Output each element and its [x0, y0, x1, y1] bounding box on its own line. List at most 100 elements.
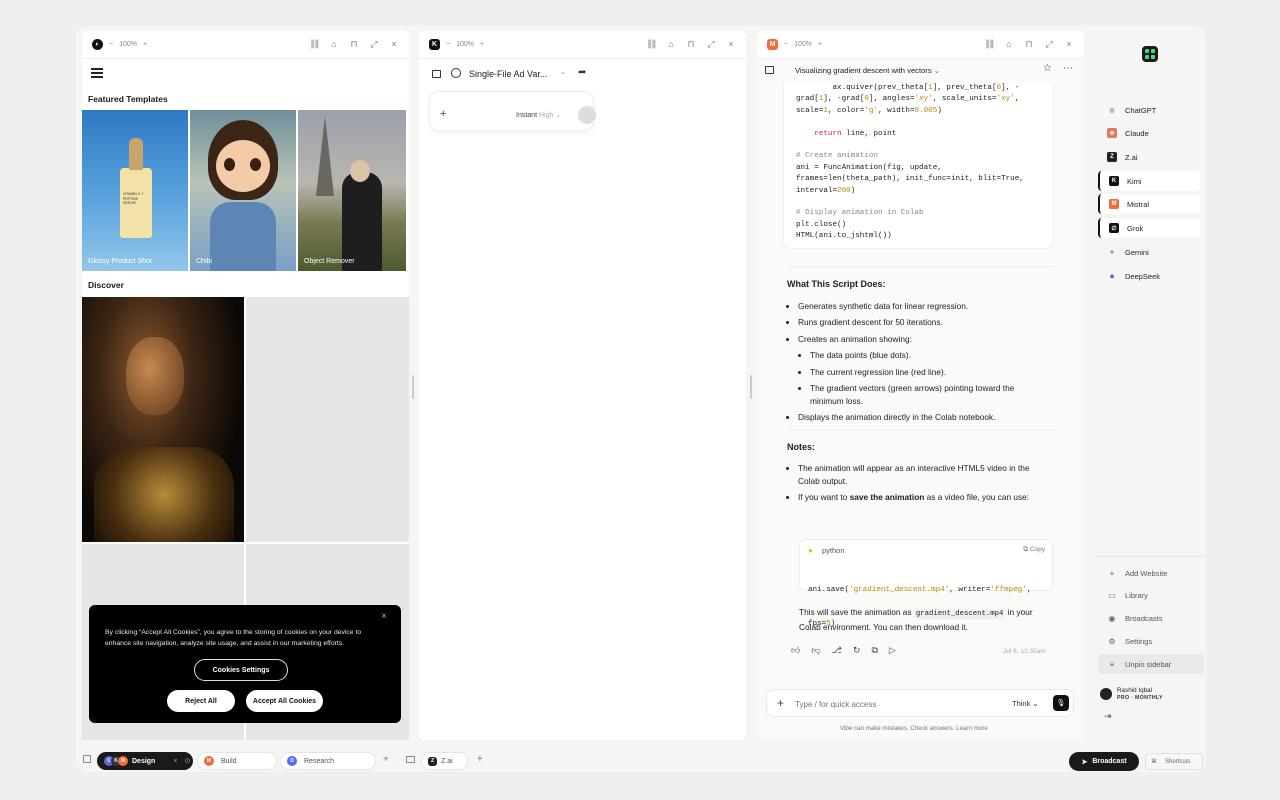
kimi-icon: K: [1109, 176, 1119, 186]
broadcast-button[interactable]: ➤ Broadcast: [1069, 752, 1139, 771]
discover-image-portrait[interactable]: [82, 297, 244, 542]
sidebar-item-z-ai[interactable]: Z Z.ai: [1098, 147, 1200, 167]
add-website-button[interactable]: + Add Website: [1098, 563, 1204, 583]
app-logo-icon[interactable]: [1142, 46, 1158, 62]
library-button[interactable]: ▭ Library: [1098, 585, 1204, 605]
layout-icon[interactable]: [83, 755, 91, 763]
zoom-in-icon[interactable]: +: [143, 41, 147, 48]
copy-icon[interactable]: ⧉: [871, 645, 877, 656]
branch-icon[interactable]: ⎇: [832, 645, 842, 656]
unpin-sidebar-button[interactable]: ≡ Unpin sidebar: [1098, 654, 1204, 674]
shortcuts-button[interactable]: ⌘ Shortcuts: [1145, 753, 1203, 770]
add-workspace-icon[interactable]: +: [383, 754, 389, 765]
close-icon[interactable]: ×: [389, 39, 399, 50]
sidebar-item-claude[interactable]: ✳ Claude: [1098, 123, 1200, 143]
share-icon[interactable]: ➦: [578, 67, 586, 78]
share-icon[interactable]: ⋯: [1063, 63, 1073, 74]
eiffel-tower: [316, 116, 334, 196]
sidebar-item-label: Grok: [1127, 223, 1144, 233]
monitor-icon[interactable]: [406, 756, 415, 763]
pane-resize-handle[interactable]: [750, 375, 752, 399]
accept-all-cookies-button[interactable]: Accept All Cookies: [246, 690, 323, 712]
logout-icon[interactable]: ⇥: [1104, 711, 1112, 722]
add-icon[interactable]: +: [777, 696, 784, 710]
workspace-tab-research[interactable]: D Research: [280, 752, 376, 770]
workspace-tab-build[interactable]: M Build: [197, 752, 277, 770]
expand-icon[interactable]: ⤢: [369, 39, 379, 50]
bookmark-icon[interactable]: ⊓: [1024, 39, 1034, 50]
thumbs-down-icon[interactable]: 👎︎: [811, 645, 820, 656]
mic-button[interactable]: 🎙︎: [1053, 695, 1069, 711]
user-avatar[interactable]: [1100, 688, 1112, 700]
pane-resize-handle[interactable]: [412, 375, 414, 399]
lock-icon[interactable]: ⊙: [184, 757, 190, 765]
home-icon[interactable]: ⌂: [666, 39, 676, 50]
play-icon[interactable]: ▷: [889, 645, 896, 656]
code-snippet: ● python ⧉ Copy ani.save('gradient_desce…: [799, 539, 1053, 628]
close-icon[interactable]: ×: [1064, 39, 1074, 50]
settings-button[interactable]: ⚙ Settings: [1098, 631, 1204, 651]
cookie-text: By clicking “Accept All Cookies”, you ag…: [105, 629, 362, 647]
copy-button[interactable]: ⧉ Copy: [1023, 546, 1045, 554]
code-line: ani = FuncAnimation(fig, update,: [796, 163, 942, 172]
cookies-settings-button[interactable]: Cookies Settings: [194, 659, 288, 681]
chat-input[interactable]: [795, 696, 975, 712]
hamburger-menu-icon[interactable]: [91, 68, 103, 78]
template-card-object-remover[interactable]: Object Remover: [298, 110, 406, 271]
template-label: Glossy Product Shot: [88, 258, 152, 265]
chevron-down-icon[interactable]: ⌄: [560, 68, 566, 76]
code-line: scale=1, color='g', width=0.005): [796, 106, 942, 115]
disclaimer: Vibe can make mistakes. Check answers. L…: [840, 725, 988, 732]
sidebar-toggle-icon[interactable]: [432, 70, 441, 78]
person-head: [350, 160, 370, 182]
close-icon[interactable]: ×: [381, 611, 387, 622]
user-name: Rashid Iqbal: [1117, 687, 1153, 694]
zoom-out-icon[interactable]: −: [446, 41, 450, 48]
bottle-cap: [129, 138, 143, 170]
template-label: Object Remover: [304, 258, 355, 265]
regenerate-icon[interactable]: ↻: [853, 645, 861, 656]
pane-toolbar: ◐ −100% + ⛓ ⌂ ⊓ ⤢ ×: [82, 31, 409, 59]
code-content: ax.quiver(prev_theta[1], prev_theta[0], …: [796, 83, 1024, 243]
zoom-out-icon[interactable]: −: [109, 41, 113, 48]
zoom-in-icon[interactable]: +: [818, 41, 822, 48]
mode-selector[interactable]: Instant High ⌄: [516, 111, 561, 119]
list-item: The animation will appear as an interact…: [798, 462, 1053, 487]
discover-image-placeholder[interactable]: [246, 297, 409, 542]
conversation-title[interactable]: Visualizing gradient descent with vector…: [795, 66, 940, 75]
close-icon[interactable]: ×: [726, 39, 736, 50]
thumbs-up-icon[interactable]: 👍︎: [791, 645, 800, 656]
link-icon[interactable]: ⛓: [646, 39, 657, 50]
expand-icon[interactable]: ⤢: [1044, 39, 1054, 50]
star-icon[interactable]: ☆: [1043, 63, 1052, 74]
workspace-tab-design[interactable]: C K M Design × ⊙: [97, 752, 193, 770]
template-card-chibi[interactable]: Chibi: [190, 110, 296, 271]
chat-title[interactable]: Single-File Ad Var...: [469, 69, 547, 79]
zoom-in-icon[interactable]: +: [480, 41, 484, 48]
add-tab-icon[interactable]: +: [477, 754, 483, 765]
sidebar-item-kimi[interactable]: K Kimi: [1098, 171, 1200, 191]
bookmark-icon[interactable]: ⊓: [686, 39, 696, 50]
sidebar-toggle-icon[interactable]: [765, 66, 774, 74]
template-card-glossy[interactable]: VITAMIN C + PEPTIDE SERUM Glossy Product…: [82, 110, 188, 271]
sidebar-item-grok[interactable]: ∅ Grok: [1098, 218, 1200, 238]
reject-all-button[interactable]: Reject All: [167, 690, 235, 712]
sidebar-item-chatgpt[interactable]: ◎ ChatGPT: [1098, 100, 1200, 120]
think-selector[interactable]: Think ⌄: [1012, 699, 1039, 708]
tab-zai[interactable]: Z Z.ai: [421, 752, 468, 770]
home-icon[interactable]: ⌂: [1004, 39, 1014, 50]
sidebar-item-gemini[interactable]: ✦ Gemini: [1098, 242, 1200, 262]
broadcasts-button[interactable]: ◉ Broadcasts: [1098, 608, 1204, 628]
zoom-out-icon[interactable]: −: [784, 41, 788, 48]
send-button[interactable]: [578, 106, 596, 124]
link-icon[interactable]: ⛓: [984, 39, 995, 50]
bookmark-icon[interactable]: ⊓: [349, 39, 359, 50]
link-icon[interactable]: ⛓: [309, 39, 320, 50]
sidebar-item-mistral[interactable]: M Mistral: [1098, 194, 1200, 214]
close-icon[interactable]: ×: [173, 758, 177, 765]
sidebar-item-deepseek[interactable]: ◆ DeepSeek: [1098, 266, 1200, 286]
chat-icon[interactable]: [451, 68, 461, 78]
expand-icon[interactable]: ⤢: [706, 39, 716, 50]
home-icon[interactable]: ⌂: [329, 39, 339, 50]
add-icon[interactable]: +: [440, 108, 446, 120]
